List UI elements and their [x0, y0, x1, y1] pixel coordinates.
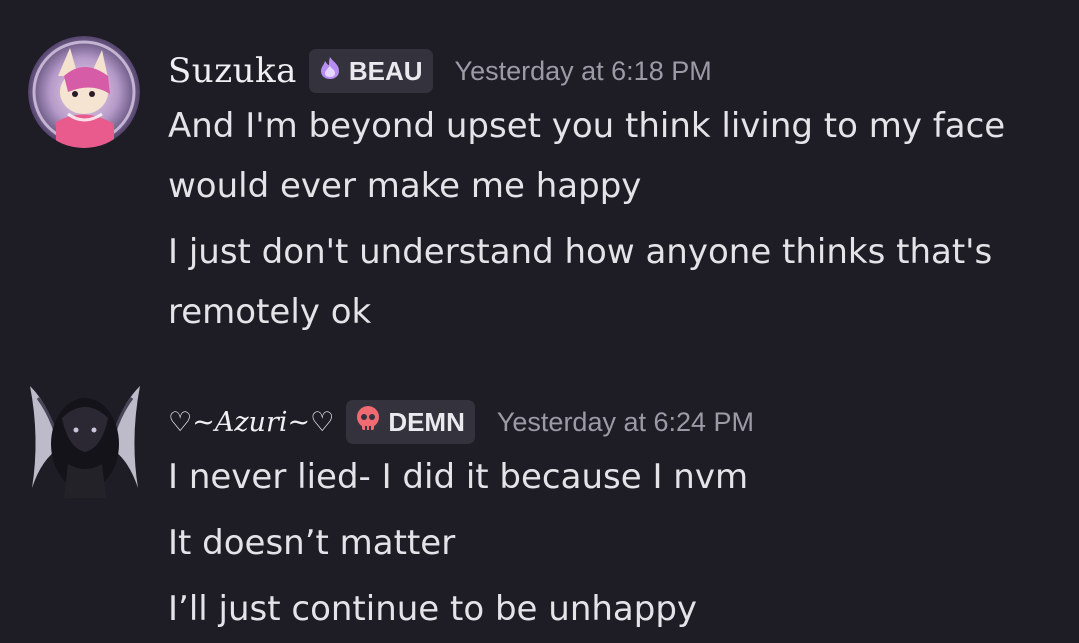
avatar-image	[30, 386, 140, 498]
message-header: Suzuka BEAU Yesterday at 6:18 PM	[168, 46, 712, 96]
avatar[interactable]	[28, 36, 140, 148]
guild-tag[interactable]: BEAU	[308, 49, 433, 93]
guild-tag[interactable]: DEMN	[346, 400, 475, 444]
message-line: I’ll just continue to be unhappy	[168, 589, 698, 629]
message-line: And I'm beyond upset you think living to…	[168, 106, 1006, 146]
username[interactable]: ♡~Azuri~♡	[168, 407, 334, 438]
purple-flame-icon	[317, 55, 343, 88]
avatar[interactable]	[22, 378, 148, 504]
message-line: remotely ok	[168, 292, 372, 332]
message-line: I never lied- I did it because I nvm	[168, 457, 749, 497]
timestamp: Yesterday at 6:18 PM	[454, 55, 712, 86]
guild-tag-label: DEMN	[388, 406, 465, 437]
guild-tag-label: BEAU	[348, 55, 423, 86]
message-line: It doesn’t matter	[168, 523, 456, 563]
red-skull-icon	[354, 405, 382, 440]
message-line: would ever make me happy	[168, 166, 642, 206]
username[interactable]: Suzuka	[168, 51, 297, 91]
message-group: Suzuka BEAU Yesterday at 6:18 PM And I'm…	[0, 0, 1079, 340]
message-line: I just don't understand how anyone think…	[168, 232, 993, 272]
message-header: ♡~Azuri~♡ DEMN Yesterday at 6:24 PM	[168, 397, 754, 447]
message-group: ♡~Azuri~♡ DEMN Yesterday at 6:24 PM I ne…	[0, 340, 1079, 643]
timestamp: Yesterday at 6:24 PM	[496, 406, 755, 437]
avatar-image	[28, 36, 140, 148]
